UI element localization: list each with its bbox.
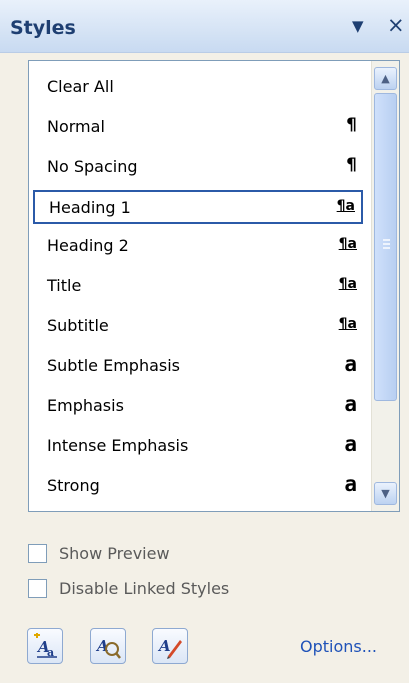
style-item-label: Heading 2 — [47, 236, 129, 255]
style-item-title[interactable]: Title ¶a — [33, 270, 363, 304]
manage-styles-icon: A — [157, 637, 182, 659]
style-item-intense-emphasis[interactable]: Intense Emphasis a — [33, 430, 363, 464]
style-item-no-spacing[interactable]: No Spacing ¶ — [33, 151, 363, 185]
manage-styles-button[interactable]: A — [152, 628, 188, 664]
style-item-label: Normal — [47, 117, 105, 136]
styles-list-items: Clear All Normal ¶ No Spacing ¶ Heading … — [29, 61, 369, 511]
panel-title: Styles — [10, 17, 76, 39]
style-item-subtitle[interactable]: Subtitle ¶a — [33, 310, 363, 344]
style-item-heading-1[interactable]: Heading 1 ¶a — [33, 190, 363, 224]
pilcrow-icon: ¶ — [346, 115, 357, 135]
style-item-strong[interactable]: Strong a — [33, 470, 363, 504]
show-preview-label[interactable]: Show Preview — [59, 544, 170, 563]
scrollbar-thumb[interactable] — [374, 93, 397, 401]
linked-style-icon: ¶a — [338, 276, 357, 292]
style-item-label: Subtitle — [47, 316, 109, 335]
pilcrow-icon: ¶ — [346, 155, 357, 175]
pane-menu-icon[interactable]: ▼ — [352, 17, 364, 35]
style-item-clear-all[interactable]: Clear All — [33, 71, 363, 105]
style-item-label: Title — [47, 276, 82, 295]
style-item-label: Heading 1 — [49, 198, 131, 217]
style-item-emphasis[interactable]: Emphasis a — [33, 390, 363, 424]
svg-text:A: A — [157, 637, 171, 655]
style-item-label: Intense Emphasis — [47, 436, 189, 455]
title-bar: Styles ▼ × — [0, 0, 409, 53]
style-item-label: Strong — [47, 476, 100, 495]
character-style-icon: a — [344, 472, 357, 496]
show-preview-checkbox[interactable] — [28, 544, 47, 563]
options-link[interactable]: Options... — [300, 637, 377, 656]
character-style-icon: a — [344, 432, 357, 456]
linked-style-icon: ¶a — [338, 236, 357, 252]
character-style-icon: a — [344, 352, 357, 376]
chevron-down-icon: ▼ — [381, 487, 390, 500]
disable-linked-styles-checkbox[interactable] — [28, 579, 47, 598]
style-item-label: No Spacing — [47, 157, 138, 176]
scroll-up-button[interactable]: ▲ — [374, 67, 397, 90]
vertical-scrollbar[interactable]: ▲ ▼ — [371, 61, 399, 511]
character-style-icon: a — [344, 392, 357, 416]
scroll-down-button[interactable]: ▼ — [374, 482, 397, 505]
grip-icon — [383, 239, 390, 249]
chevron-up-icon: ▲ — [381, 72, 390, 85]
style-item-heading-2[interactable]: Heading 2 ¶a — [33, 230, 363, 264]
styles-list[interactable]: Clear All Normal ¶ No Spacing ¶ Heading … — [28, 60, 400, 512]
style-item-label: Subtle Emphasis — [47, 356, 181, 375]
style-inspector-icon: A — [95, 637, 121, 659]
style-inspector-button[interactable]: A — [90, 628, 126, 664]
style-item-label: Clear All — [47, 77, 114, 96]
new-style-button[interactable]: A a — [27, 628, 63, 664]
style-item-subtle-emphasis[interactable]: Subtle Emphasis a — [33, 350, 363, 384]
style-item-normal[interactable]: Normal ¶ — [33, 111, 363, 145]
disable-linked-styles-label[interactable]: Disable Linked Styles — [59, 579, 229, 598]
linked-style-icon: ¶a — [338, 316, 357, 332]
style-item-label: Emphasis — [47, 396, 124, 415]
close-icon[interactable]: × — [387, 13, 405, 37]
new-style-icon: A a — [34, 633, 57, 659]
styles-task-pane: Styles ▼ × Clear All Normal ¶ No Spacing… — [0, 0, 409, 683]
linked-style-icon: ¶a — [336, 198, 355, 214]
